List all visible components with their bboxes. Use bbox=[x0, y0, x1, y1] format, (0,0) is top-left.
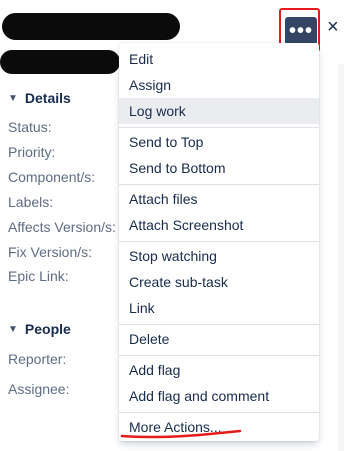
redacted-breadcrumb bbox=[0, 50, 120, 74]
menu-item-create-sub-task[interactable]: Create sub-task bbox=[119, 269, 319, 295]
menu-item-delete[interactable]: Delete bbox=[119, 326, 319, 352]
field-label-epic-link: Epic Link: bbox=[8, 268, 69, 284]
field-label-priority: Priority: bbox=[8, 144, 56, 160]
close-icon[interactable]: × bbox=[327, 16, 339, 39]
menu-item-send-to-top[interactable]: Send to Top bbox=[119, 129, 319, 155]
more-actions-menu: Edit Assign Log work Send to Top Send to… bbox=[119, 43, 319, 441]
field-label-components: Component/s: bbox=[8, 169, 96, 185]
field-label-labels: Labels: bbox=[8, 194, 54, 210]
chevron-down-icon: ▼ bbox=[8, 92, 18, 104]
menu-item-assign[interactable]: Assign bbox=[119, 72, 319, 98]
menu-separator bbox=[119, 324, 319, 325]
menu-separator bbox=[119, 127, 319, 128]
menu-item-stop-watching[interactable]: Stop watching bbox=[119, 243, 319, 269]
people-section-header[interactable]: ▼ People bbox=[8, 321, 71, 337]
menu-item-attach-screenshot[interactable]: Attach Screenshot bbox=[119, 212, 319, 238]
menu-item-send-to-bottom[interactable]: Send to Bottom bbox=[119, 155, 319, 181]
people-title: People bbox=[24, 321, 71, 337]
menu-separator bbox=[119, 241, 319, 242]
field-label-fix-version: Fix Version/s: bbox=[8, 244, 93, 260]
annotation-underline bbox=[120, 429, 242, 439]
menu-item-edit[interactable]: Edit bbox=[119, 46, 319, 72]
menu-separator bbox=[119, 412, 319, 413]
details-section-header[interactable]: ▼ Details bbox=[8, 90, 71, 106]
menu-item-add-flag-and-comment[interactable]: Add flag and comment bbox=[119, 383, 319, 409]
menu-item-attach-files[interactable]: Attach files bbox=[119, 186, 319, 212]
field-label-assignee: Assignee: bbox=[8, 381, 70, 397]
field-label-affects-version: Affects Version/s: bbox=[8, 219, 116, 235]
field-label-reporter: Reporter: bbox=[8, 351, 67, 367]
details-title: Details bbox=[24, 90, 71, 106]
redacted-title bbox=[2, 13, 180, 40]
menu-item-add-flag[interactable]: Add flag bbox=[119, 357, 319, 383]
chevron-down-icon: ▼ bbox=[8, 323, 18, 335]
menu-separator bbox=[119, 184, 319, 185]
background-panel-edge bbox=[338, 64, 344, 451]
menu-item-link[interactable]: Link bbox=[119, 295, 319, 321]
menu-separator bbox=[119, 355, 319, 356]
field-label-status: Status: bbox=[8, 119, 52, 135]
menu-item-log-work[interactable]: Log work bbox=[119, 98, 319, 124]
